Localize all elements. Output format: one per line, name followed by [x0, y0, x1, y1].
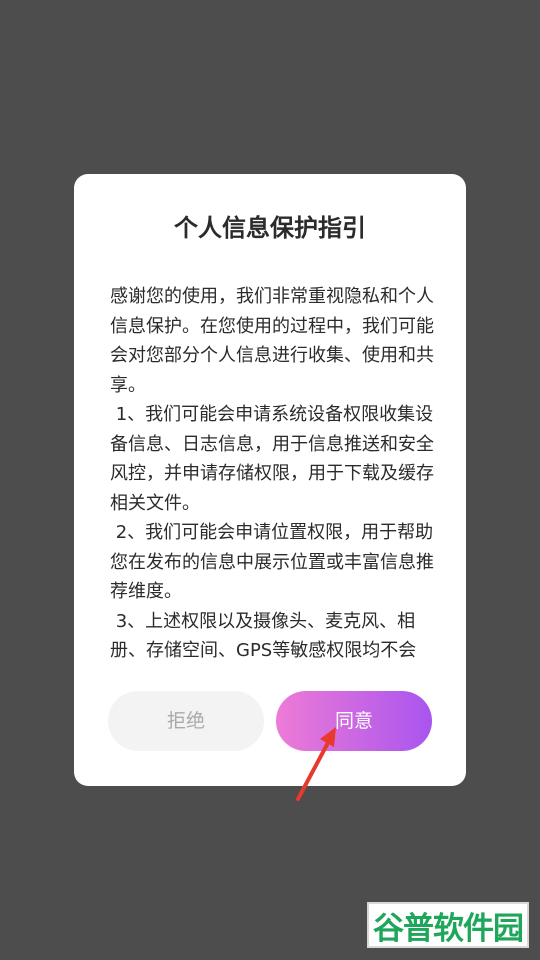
- dialog-body-text[interactable]: 感谢您的使用，我们非常重视隐私和个人信息保护。在您使用的过程中，我们可能会对您部…: [110, 282, 434, 666]
- dialog-paragraph: 感谢您的使用，我们非常重视隐私和个人信息保护。在您使用的过程中，我们可能会对您部…: [110, 286, 434, 396]
- dialog-title: 个人信息保护指引: [174, 214, 366, 242]
- watermark-logo: 谷普软件园: [367, 902, 529, 948]
- red-arrow-icon: [296, 727, 336, 801]
- dialog-paragraph: 2、我们可能会申请位置权限，用于帮助您在发布的信息中展示位置或丰富信息推荐维度。: [110, 522, 434, 602]
- dialog-paragraph: 1、我们可能会申请系统设备权限收集设备信息、日志信息，用于信息推送和安全风控，并…: [110, 404, 434, 514]
- refuse-button[interactable]: 拒绝: [108, 691, 264, 751]
- dialog-paragraph: 3、上述权限以及摄像头、麦克风、相册、存储空间、GPS等敏感权限均不会默认或强制…: [110, 610, 417, 662]
- watermark-text: 谷普软件园: [373, 910, 524, 947]
